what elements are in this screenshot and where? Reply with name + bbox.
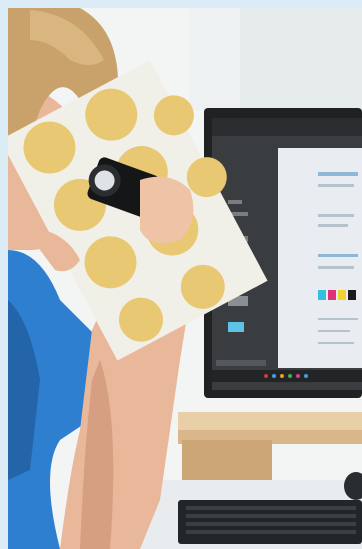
photo — [0, 0, 362, 549]
taskbar — [212, 370, 362, 382]
frame-left — [0, 0, 8, 549]
document-page — [278, 148, 362, 368]
screen-toolbar — [212, 118, 362, 136]
scene-illustration — [0, 0, 362, 549]
fingers — [140, 176, 194, 244]
color-swatch — [348, 290, 356, 300]
doc-heading — [318, 172, 358, 176]
frame-top — [0, 0, 362, 8]
color-swatch — [328, 290, 336, 300]
color-swatch — [318, 290, 326, 300]
color-swatch — [338, 290, 346, 300]
